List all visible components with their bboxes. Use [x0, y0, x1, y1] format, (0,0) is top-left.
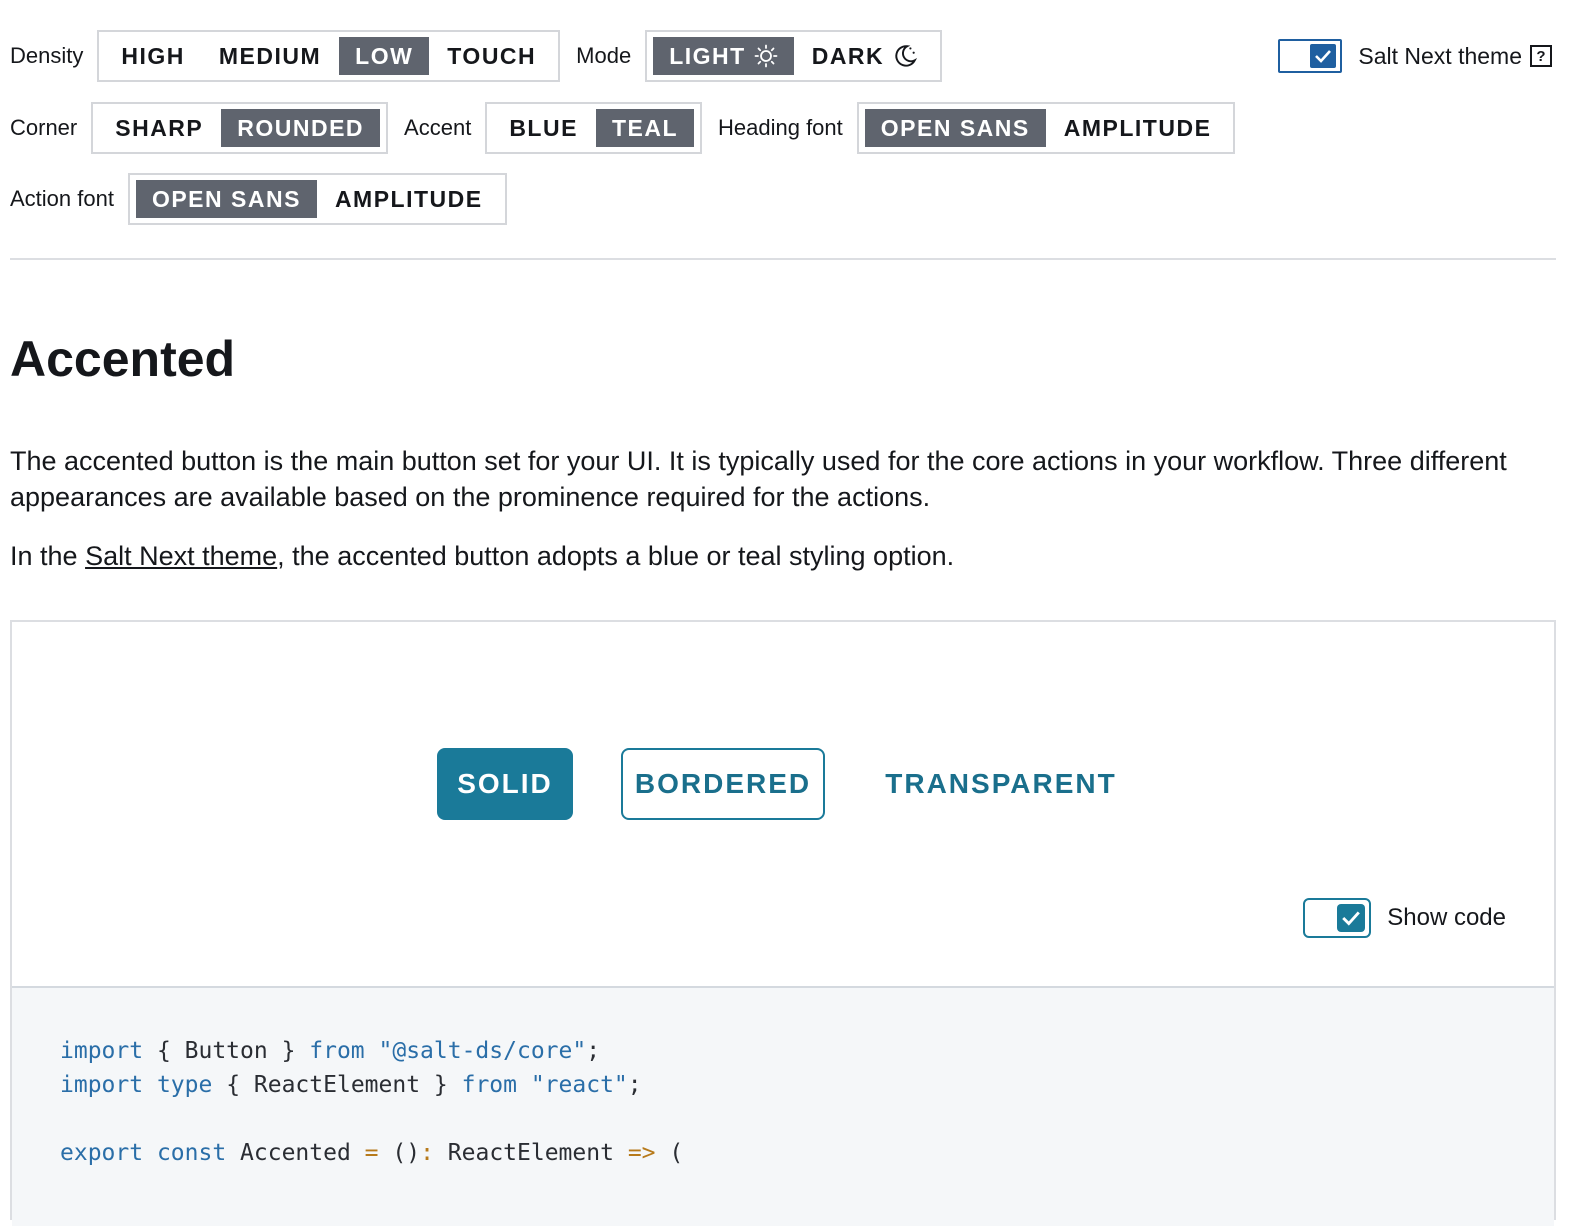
- theme-paragraph: In the Salt Next theme, the accented but…: [10, 538, 1556, 574]
- accent-blue-button[interactable]: BLUE: [493, 109, 594, 147]
- action-font-toggle-group: OPEN SANS AMPLITUDE: [127, 173, 507, 225]
- action-font-label: Action font: [10, 186, 114, 211]
- page-title: Accented: [10, 331, 236, 387]
- corner-row: Corner SHARP ROUNDED Accent BLUE TEAL He…: [10, 100, 1251, 156]
- theme-paragraph-end: , the accented button adopts a blue or t…: [277, 541, 955, 571]
- action-font-open-sans-button[interactable]: OPEN SANS: [135, 180, 317, 218]
- heading-font-open-sans-button[interactable]: OPEN SANS: [864, 109, 1046, 147]
- button-row: SOLID BORDERED TRANSPARENT: [12, 748, 1554, 820]
- code-block: import { Button } from "@salt-ds/core"; …: [12, 986, 1554, 1226]
- salt-next-theme-toggle[interactable]: Salt Next theme ?: [1278, 28, 1552, 84]
- transparent-button[interactable]: TRANSPARENT: [873, 748, 1129, 820]
- density-low-button[interactable]: LOW: [339, 37, 430, 75]
- description-paragraph: The accented button is the main button s…: [10, 446, 1507, 512]
- mode-light-label: LIGHT: [669, 42, 746, 69]
- density-toggle-group: HIGH MEDIUM LOW TOUCH: [97, 30, 561, 82]
- action-font-amplitude-button[interactable]: AMPLITUDE: [319, 180, 499, 218]
- mode-dark-label: DARK: [811, 42, 885, 69]
- moon-icon: [895, 45, 918, 67]
- example-panel: SOLID BORDERED TRANSPARENT Show code imp…: [10, 620, 1556, 1226]
- bordered-button[interactable]: BORDERED: [621, 748, 825, 820]
- salt-next-theme-label: Salt Next theme: [1358, 42, 1522, 69]
- show-code-toggle[interactable]: Show code: [1303, 898, 1506, 938]
- density-label: Density: [10, 43, 84, 68]
- show-code-switch[interactable]: [1303, 898, 1372, 938]
- accent-teal-button[interactable]: TEAL: [595, 109, 694, 147]
- corner-toggle-group: SHARP ROUNDED: [91, 102, 389, 154]
- action-font-row: Action font OPEN SANS AMPLITUDE: [10, 171, 523, 227]
- theme-paragraph-start: In the: [10, 541, 86, 571]
- salt-next-theme-link[interactable]: Salt Next theme: [85, 541, 277, 571]
- heading-font-label: Heading font: [718, 115, 843, 140]
- salt-next-theme-switch[interactable]: [1278, 39, 1343, 73]
- mode-toggle-group: LIGHT DARK: [645, 30, 943, 82]
- corner-sharp-button[interactable]: SHARP: [99, 109, 219, 147]
- density-high-button[interactable]: HIGH: [105, 37, 201, 75]
- mode-light-button[interactable]: LIGHT: [653, 37, 794, 75]
- accent-label: Accent: [404, 115, 472, 140]
- sun-icon: [754, 44, 778, 68]
- check-icon: [1310, 44, 1337, 68]
- mode-dark-button[interactable]: DARK: [796, 37, 934, 75]
- heading-font-amplitude-button[interactable]: AMPLITUDE: [1048, 109, 1228, 147]
- corner-label: Corner: [10, 115, 78, 140]
- accent-toggle-group: BLUE TEAL: [485, 102, 702, 154]
- code-text: import { Button } from "@salt-ds/core"; …: [60, 1038, 684, 1166]
- help-icon[interactable]: ?: [1530, 45, 1552, 67]
- density-medium-button[interactable]: MEDIUM: [203, 37, 337, 75]
- density-row: Density HIGH MEDIUM LOW TOUCH Mode LIGHT…: [10, 28, 958, 84]
- divider: [10, 258, 1556, 260]
- corner-rounded-button[interactable]: ROUNDED: [221, 109, 381, 147]
- solid-button[interactable]: SOLID: [437, 748, 573, 820]
- heading-font-toggle-group: OPEN SANS AMPLITUDE: [856, 102, 1236, 154]
- show-code-label: Show code: [1387, 904, 1506, 931]
- density-touch-button[interactable]: TOUCH: [431, 37, 552, 75]
- mode-label: Mode: [576, 43, 632, 68]
- check-icon: [1337, 904, 1366, 932]
